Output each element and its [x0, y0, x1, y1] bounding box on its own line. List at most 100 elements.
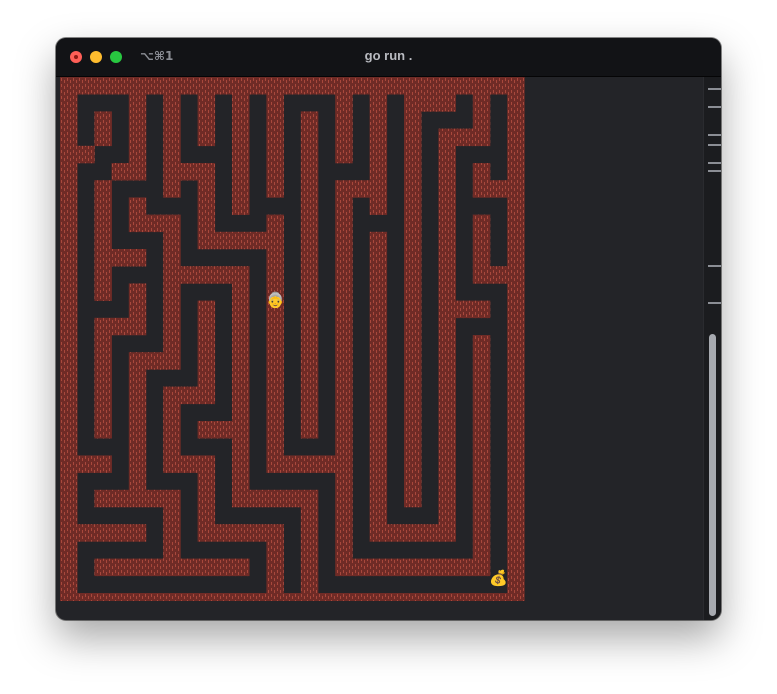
maze-wall	[300, 111, 319, 129]
maze-wall	[369, 180, 388, 198]
maze-wall	[404, 180, 422, 198]
maze-wall	[60, 438, 78, 456]
maze-wall	[197, 593, 216, 601]
maze-wall	[472, 386, 491, 405]
maze-wall	[94, 111, 112, 129]
maze-wall	[300, 455, 319, 473]
maze-wall	[163, 111, 181, 129]
maze-wall	[438, 145, 456, 164]
maze-wall	[438, 421, 456, 439]
maze-wall	[163, 266, 181, 284]
maze-wall	[128, 197, 147, 215]
maze-wall	[335, 369, 353, 387]
maze-wall	[386, 77, 405, 95]
maze-wall	[111, 558, 130, 577]
maze-wall	[472, 335, 491, 353]
maze-wall	[369, 111, 388, 129]
maze-wall	[335, 558, 353, 577]
maze-wall	[472, 541, 491, 559]
maze-wall	[60, 489, 78, 508]
maze-wall	[335, 455, 353, 473]
maze-wall	[472, 111, 491, 129]
maze-wall	[472, 352, 491, 370]
maze-wall	[404, 197, 422, 215]
maze-wall	[455, 558, 474, 577]
maze-wall	[60, 507, 78, 525]
maze-wall	[335, 266, 353, 284]
maze-wall	[163, 541, 181, 559]
scroll-marker	[708, 162, 721, 164]
maze-wall	[404, 300, 422, 319]
maze-wall	[507, 438, 525, 456]
maze-wall	[197, 111, 216, 129]
maze-wall	[335, 77, 353, 95]
maze-wall	[60, 94, 78, 112]
maze-wall	[111, 163, 130, 181]
scroll-marker	[708, 144, 721, 146]
maze-wall	[369, 197, 388, 215]
maze-wall	[335, 352, 353, 370]
maze-wall	[163, 317, 181, 336]
maze-wall	[300, 575, 319, 594]
maze-wall	[214, 593, 233, 601]
maze-wall	[335, 231, 353, 250]
maze-wall	[266, 386, 284, 405]
maze-wall	[232, 111, 250, 129]
maze-wall	[146, 489, 164, 508]
maze-wall	[232, 283, 250, 301]
scroll-marker	[708, 265, 721, 267]
maze-wall	[266, 77, 284, 95]
maze-wall	[421, 94, 439, 112]
maze-wall	[128, 163, 147, 181]
maze-wall	[197, 317, 216, 336]
maze-wall	[128, 94, 147, 112]
maze-wall	[335, 145, 353, 164]
maze-wall	[94, 352, 112, 370]
maze-wall	[300, 558, 319, 577]
maze-wall	[128, 558, 147, 577]
scrollbar-thumb[interactable]	[709, 334, 716, 616]
maze-wall	[369, 369, 388, 387]
maze-wall	[404, 455, 422, 473]
maze-wall	[421, 558, 439, 577]
maze-wall	[163, 489, 181, 508]
maze-wall	[300, 249, 319, 267]
maze-wall	[318, 455, 336, 473]
maze-wall	[438, 300, 456, 319]
maze-wall	[266, 94, 284, 112]
maze-wall	[472, 300, 491, 319]
maze-wall	[214, 266, 233, 284]
maze-wall	[197, 352, 216, 370]
maze-wall	[507, 266, 525, 284]
maze-wall	[249, 524, 267, 542]
maze-wall	[197, 231, 216, 250]
maze-wall	[94, 524, 112, 542]
maze-wall	[180, 386, 198, 405]
maze-wall	[128, 403, 147, 422]
maze-wall	[197, 386, 216, 405]
maze-wall	[404, 111, 422, 129]
maze-wall	[60, 266, 78, 284]
maze-wall	[335, 472, 353, 491]
maze-wall	[507, 317, 525, 336]
maze-wall	[404, 524, 422, 542]
maze-wall	[60, 128, 78, 147]
maze-wall	[369, 266, 388, 284]
maze-wall	[94, 77, 112, 95]
maze-wall	[335, 335, 353, 353]
maze-wall	[335, 438, 353, 456]
scrollbar[interactable]	[703, 77, 721, 620]
maze-wall	[249, 77, 267, 95]
maze-wall	[438, 231, 456, 250]
maze-wall	[94, 593, 112, 601]
maze-wall	[335, 300, 353, 319]
maze-wall	[266, 438, 284, 456]
maze-wall	[438, 180, 456, 198]
maze-wall	[507, 231, 525, 250]
maze-wall	[507, 335, 525, 353]
maze-wall	[300, 317, 319, 336]
maze-wall	[232, 593, 250, 601]
maze-wall	[232, 128, 250, 147]
maze-wall	[369, 231, 388, 250]
maze-wall	[266, 421, 284, 439]
